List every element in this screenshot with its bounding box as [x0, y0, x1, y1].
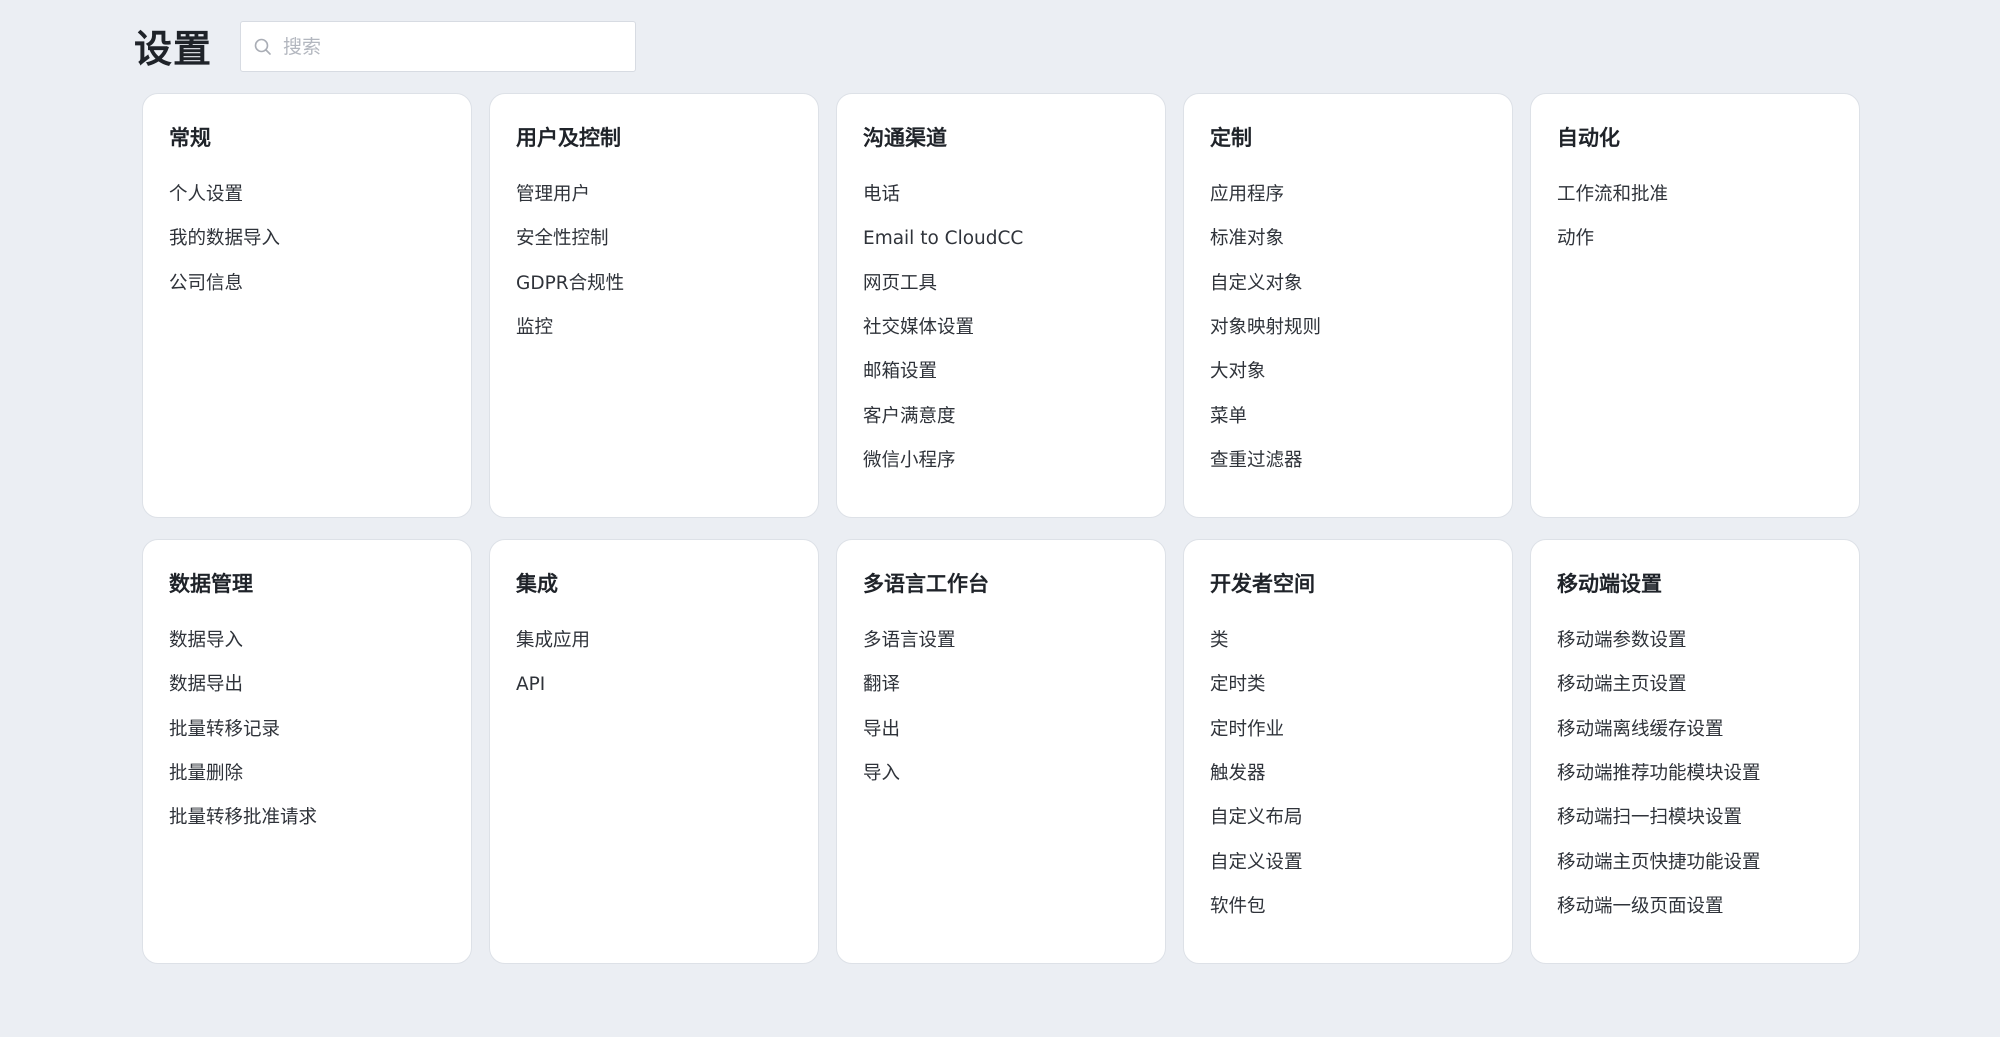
- settings-link-my-data-import[interactable]: 我的数据导入: [169, 217, 445, 261]
- card-title: 集成: [516, 572, 558, 596]
- settings-link-workflow-and-approval[interactable]: 工作流和批准: [1557, 173, 1833, 217]
- settings-link-web-tools[interactable]: 网页工具: [863, 262, 1139, 306]
- card-automation: 自动化 工作流和批准 动作: [1530, 93, 1860, 518]
- settings-link-object-mapping-rules[interactable]: 对象映射规则: [1210, 306, 1486, 350]
- settings-link-mobile-parameters[interactable]: 移动端参数设置: [1557, 619, 1833, 663]
- settings-link-packages[interactable]: 软件包: [1210, 885, 1486, 929]
- settings-link-mobile-scan-module[interactable]: 移动端扫一扫模块设置: [1557, 796, 1833, 840]
- settings-link-big-objects[interactable]: 大对象: [1210, 350, 1486, 394]
- card-title: 用户及控制: [516, 126, 621, 150]
- settings-link-mobile-home-shortcuts[interactable]: 移动端主页快捷功能设置: [1557, 841, 1833, 885]
- card-title: 常规: [169, 126, 211, 150]
- settings-link-mass-delete[interactable]: 批量删除: [169, 752, 445, 796]
- settings-link-data-import[interactable]: 数据导入: [169, 619, 445, 663]
- settings-link-standard-objects[interactable]: 标准对象: [1210, 217, 1486, 261]
- settings-link-scheduled-jobs[interactable]: 定时作业: [1210, 708, 1486, 752]
- card-item-list: 应用程序 标准对象 自定义对象 对象映射规则 大对象 菜单 查重过滤器: [1210, 173, 1486, 483]
- card-item-list: 移动端参数设置 移动端主页设置 移动端离线缓存设置 移动端推荐功能模块设置 移动…: [1557, 619, 1833, 929]
- settings-link-social-media[interactable]: 社交媒体设置: [863, 306, 1139, 350]
- card-item-list: 数据导入 数据导出 批量转移记录 批量删除 批量转移批准请求: [169, 619, 445, 840]
- settings-link-export[interactable]: 导出: [863, 708, 1139, 752]
- settings-link-mobile-recommendation-modules[interactable]: 移动端推荐功能模块设置: [1557, 752, 1833, 796]
- settings-link-mailbox-settings[interactable]: 邮箱设置: [863, 350, 1139, 394]
- settings-link-custom-settings[interactable]: 自定义设置: [1210, 841, 1486, 885]
- settings-link-api[interactable]: API: [516, 663, 792, 707]
- card-users-and-control: 用户及控制 管理用户 安全性控制 GDPR合规性 监控: [489, 93, 819, 518]
- search-input[interactable]: [281, 34, 616, 59]
- settings-link-customer-satisfaction[interactable]: 客户满意度: [863, 395, 1139, 439]
- card-data-management: 数据管理 数据导入 数据导出 批量转移记录 批量删除 批量转移批准请求: [142, 539, 472, 964]
- settings-link-actions[interactable]: 动作: [1557, 217, 1833, 261]
- card-item-list: 集成应用 API: [516, 619, 792, 708]
- settings-link-security-control[interactable]: 安全性控制: [516, 217, 792, 261]
- settings-link-duplicate-filters[interactable]: 查重过滤器: [1210, 439, 1486, 483]
- settings-link-applications[interactable]: 应用程序: [1210, 173, 1486, 217]
- page-title: 设置: [134, 26, 213, 71]
- card-item-list: 电话 Email to CloudCC 网页工具 社交媒体设置 邮箱设置 客户满…: [863, 173, 1139, 483]
- settings-link-custom-layout[interactable]: 自定义布局: [1210, 796, 1486, 840]
- settings-link-company-info[interactable]: 公司信息: [169, 262, 445, 306]
- settings-link-translation[interactable]: 翻译: [863, 663, 1139, 707]
- card-title: 定制: [1210, 126, 1252, 150]
- card-item-list: 管理用户 安全性控制 GDPR合规性 监控: [516, 173, 792, 350]
- settings-link-import[interactable]: 导入: [863, 752, 1139, 796]
- settings-link-integration-apps[interactable]: 集成应用: [516, 619, 792, 663]
- settings-link-personal-settings[interactable]: 个人设置: [169, 173, 445, 217]
- settings-link-email-to-cloudcc[interactable]: Email to CloudCC: [863, 217, 1139, 261]
- search-icon: [253, 37, 273, 57]
- card-item-list: 工作流和批准 动作: [1557, 173, 1833, 262]
- card-title: 移动端设置: [1557, 572, 1662, 596]
- settings-link-mobile-offline-cache[interactable]: 移动端离线缓存设置: [1557, 708, 1833, 752]
- card-item-list: 个人设置 我的数据导入 公司信息: [169, 173, 445, 306]
- settings-link-triggers[interactable]: 触发器: [1210, 752, 1486, 796]
- settings-link-wechat-mini-program[interactable]: 微信小程序: [863, 439, 1139, 483]
- card-communication-channels: 沟通渠道 电话 Email to CloudCC 网页工具 社交媒体设置 邮箱设…: [836, 93, 1166, 518]
- settings-link-custom-objects[interactable]: 自定义对象: [1210, 262, 1486, 306]
- settings-link-data-export[interactable]: 数据导出: [169, 663, 445, 707]
- card-item-list: 类 定时类 定时作业 触发器 自定义布局 自定义设置 软件包: [1210, 619, 1486, 929]
- settings-link-manage-users[interactable]: 管理用户: [516, 173, 792, 217]
- settings-link-menu[interactable]: 菜单: [1210, 395, 1486, 439]
- card-title: 开发者空间: [1210, 572, 1315, 596]
- settings-link-mass-transfer-approval-requests[interactable]: 批量转移批准请求: [169, 796, 445, 840]
- settings-link-phone[interactable]: 电话: [863, 173, 1139, 217]
- card-title: 数据管理: [169, 572, 253, 596]
- settings-link-classes[interactable]: 类: [1210, 619, 1486, 663]
- settings-link-gdpr-compliance[interactable]: GDPR合规性: [516, 262, 792, 306]
- search-box[interactable]: [240, 21, 637, 72]
- settings-link-monitoring[interactable]: 监控: [516, 306, 792, 350]
- settings-link-scheduled-classes[interactable]: 定时类: [1210, 663, 1486, 707]
- card-multilingual-workbench: 多语言工作台 多语言设置 翻译 导出 导入: [836, 539, 1166, 964]
- page-header: 设置: [134, 20, 637, 73]
- settings-grid: 常规 个人设置 我的数据导入 公司信息 用户及控制 管理用户 安全性控制 GDP…: [142, 93, 1860, 964]
- card-title: 多语言工作台: [863, 572, 989, 596]
- card-item-list: 多语言设置 翻译 导出 导入: [863, 619, 1139, 796]
- settings-link-mobile-home[interactable]: 移动端主页设置: [1557, 663, 1833, 707]
- card-title: 沟通渠道: [863, 126, 947, 150]
- card-title: 自动化: [1557, 126, 1620, 150]
- settings-link-language-settings[interactable]: 多语言设置: [863, 619, 1139, 663]
- card-mobile-settings: 移动端设置 移动端参数设置 移动端主页设置 移动端离线缓存设置 移动端推荐功能模…: [1530, 539, 1860, 964]
- settings-link-mass-transfer-records[interactable]: 批量转移记录: [169, 708, 445, 752]
- card-general: 常规 个人设置 我的数据导入 公司信息: [142, 93, 472, 518]
- card-integration: 集成 集成应用 API: [489, 539, 819, 964]
- settings-link-mobile-first-level-pages[interactable]: 移动端一级页面设置: [1557, 885, 1833, 929]
- card-customization: 定制 应用程序 标准对象 自定义对象 对象映射规则 大对象 菜单 查重过滤器: [1183, 93, 1513, 518]
- card-developer-space: 开发者空间 类 定时类 定时作业 触发器 自定义布局 自定义设置 软件包: [1183, 539, 1513, 964]
